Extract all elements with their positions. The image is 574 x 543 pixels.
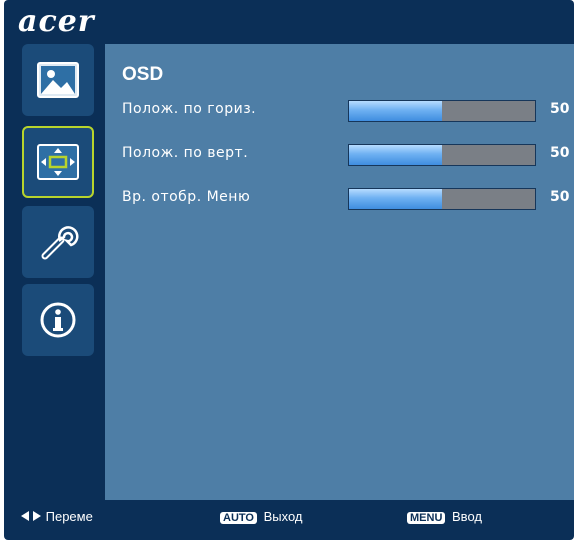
sidebar-item-picture[interactable] xyxy=(22,44,94,116)
left-right-arrows-icon xyxy=(21,511,41,521)
footer-hint-exit: AUTO Выход xyxy=(220,509,303,524)
setting-row-menu-timeout[interactable]: Вр. отобр. Меню 50 xyxy=(105,186,574,212)
setting-value: 50 xyxy=(550,189,570,205)
setting-label: Полож. по гориз. xyxy=(122,101,257,117)
slider-fill xyxy=(349,145,442,165)
vertical-position-slider[interactable] xyxy=(348,144,536,166)
osd-settings-panel: OSD Полож. по гориз. 50 Полож. по верт. … xyxy=(105,44,574,500)
slider-fill xyxy=(349,101,442,121)
setting-value: 50 xyxy=(550,145,570,161)
osd-window: acer OSD Полож. по гориз. 50 Полож. по в… xyxy=(4,0,574,540)
footer-hint-enter: MENU Ввод xyxy=(407,509,482,524)
footer-exit-label: Выход xyxy=(263,509,303,524)
footer-hint-navigate: Переме xyxy=(20,509,93,524)
setting-value: 50 xyxy=(550,101,570,117)
setting-row-vertical-position[interactable]: Полож. по верт. 50 xyxy=(105,142,574,168)
sidebar-item-information[interactable] xyxy=(22,284,94,356)
osd-position-icon xyxy=(37,144,79,180)
setting-row-horizontal-position[interactable]: Полож. по гориз. 50 xyxy=(105,98,574,124)
sidebar-item-osd[interactable] xyxy=(22,126,94,198)
footer-enter-label: Ввод xyxy=(452,509,482,524)
wrench-settings-icon xyxy=(41,226,79,260)
setting-label: Полож. по верт. xyxy=(122,145,249,161)
page-title: OSD xyxy=(122,64,164,85)
footer-navigate-label: Переме xyxy=(45,509,93,524)
setting-label: Вр. отобр. Меню xyxy=(122,189,251,205)
menu-key-badge: MENU xyxy=(407,512,446,524)
picture-icon xyxy=(37,62,79,98)
slider-fill xyxy=(349,189,442,209)
footer-hints: Переме AUTO Выход MENU Ввод xyxy=(4,505,574,531)
acer-logo: acer xyxy=(18,4,95,39)
auto-key-badge: AUTO xyxy=(220,512,257,524)
sidebar-item-settings[interactable] xyxy=(22,206,94,278)
horizontal-position-slider[interactable] xyxy=(348,100,536,122)
menu-timeout-slider[interactable] xyxy=(348,188,536,210)
info-icon xyxy=(40,302,76,338)
